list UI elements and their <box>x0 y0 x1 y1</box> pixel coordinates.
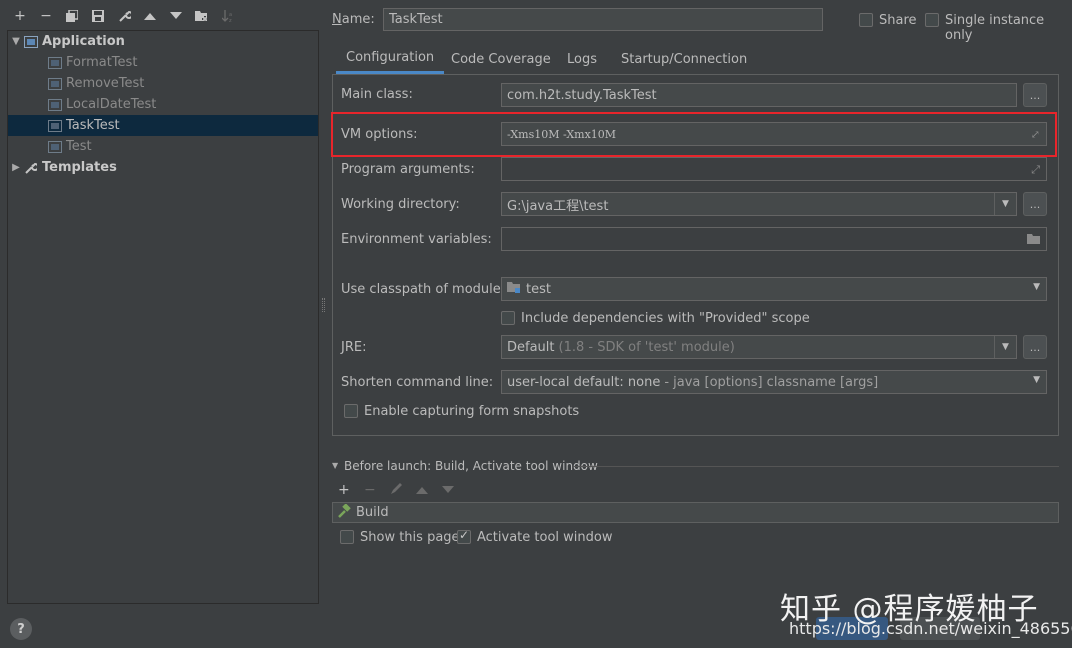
tree-node-config[interactable]: FormatTest <box>8 52 318 73</box>
jre-label: JRE: <box>341 340 367 355</box>
folder-icon[interactable] <box>1027 233 1041 248</box>
main-class-input[interactable]: com.h2t.study.TaskTest <box>501 83 1017 107</box>
main-class-label: Main class: <box>341 87 413 102</box>
tree-node-config[interactable]: LocalDateTest <box>8 94 318 115</box>
run-config-icon <box>48 119 62 132</box>
wrench-icon[interactable] <box>115 7 133 25</box>
remove-icon[interactable]: − <box>37 7 55 25</box>
tree-node-config-selected[interactable]: TaskTest <box>8 115 318 136</box>
shorten-command-line-value: user-local default: none <box>507 374 661 390</box>
program-arguments-input[interactable]: ⤢ <box>501 157 1047 181</box>
environment-variables-label: Environment variables: <box>341 232 492 247</box>
name-field[interactable]: TaskTest <box>383 8 823 31</box>
before-launch-task-label: Build <box>356 505 389 520</box>
share-label: Share <box>879 13 917 28</box>
hammer-icon <box>337 502 351 522</box>
add-icon[interactable]: + <box>338 482 350 498</box>
working-directory-combo[interactable]: G:\java工程\test ▼ <box>501 192 1017 216</box>
tab-configuration[interactable]: Configuration <box>336 44 445 74</box>
chevron-down-icon[interactable]: ▼ <box>1033 375 1040 385</box>
share-checkbox[interactable] <box>859 13 873 27</box>
move-up-icon[interactable] <box>416 482 428 498</box>
tree-node-application-label: Application <box>42 34 125 49</box>
single-instance-checkbox[interactable] <box>925 13 939 27</box>
tab-logs[interactable]: Logs <box>557 44 607 74</box>
single-instance-label: Single instance only <box>945 13 1045 43</box>
sort-icon[interactable]: az <box>219 7 237 25</box>
chevron-down-icon[interactable]: ▼ <box>1033 282 1040 292</box>
divider <box>573 466 1059 467</box>
help-button[interactable]: ? <box>10 618 32 640</box>
tree-node-templates-label: Templates <box>42 160 117 175</box>
jre-combo[interactable]: Default (1.8 - SDK of 'test' module) ▼ <box>501 335 1017 359</box>
working-directory-value: G:\java工程\test <box>507 198 609 214</box>
include-dependencies-checkbox[interactable] <box>501 311 515 325</box>
include-dependencies-label: Include dependencies with "Provided" sco… <box>521 311 810 326</box>
name-label: Name: <box>332 12 375 27</box>
svg-text:z: z <box>229 18 232 22</box>
shorten-command-line-combo[interactable]: user-local default: none - java [options… <box>501 370 1047 394</box>
collapse-arrow-icon[interactable]: ▼ <box>332 461 338 470</box>
classpath-module-combo[interactable]: test ▼ <box>501 277 1047 301</box>
tree-node-templates[interactable]: ▶ Templates <box>8 157 318 178</box>
application-icon <box>24 35 38 48</box>
collapse-arrow-icon[interactable]: ▶ <box>8 162 24 173</box>
shorten-command-line-hint: - java [options] classname [args] <box>664 374 879 390</box>
copy-icon[interactable] <box>63 7 81 25</box>
expand-arrow-icon[interactable]: ▼ <box>8 36 24 47</box>
remove-icon[interactable]: − <box>364 482 376 498</box>
jre-hint: (1.8 - SDK of 'test' module) <box>558 339 735 355</box>
edit-icon[interactable] <box>390 482 403 499</box>
tree-node-config[interactable]: Test <box>8 136 318 157</box>
tree-node-application[interactable]: ▼ Application <box>8 31 318 52</box>
program-arguments-label: Program arguments: <box>341 162 475 177</box>
before-launch-task-row[interactable]: Build <box>332 502 1059 523</box>
expand-icon[interactable]: ⤢ <box>1031 163 1040 177</box>
working-directory-browse-button[interactable]: ... <box>1023 192 1047 216</box>
tree-node-label: TaskTest <box>66 118 120 133</box>
jre-browse-button[interactable]: ... <box>1023 335 1047 359</box>
configurations-tree: ▼ Application FormatTest RemoveTest Loca… <box>7 30 319 604</box>
move-down-icon[interactable] <box>442 482 454 498</box>
wrench-icon <box>24 162 39 174</box>
move-up-icon[interactable] <box>141 7 159 25</box>
tree-node-label: LocalDateTest <box>66 97 157 112</box>
main-class-browse-button[interactable]: ... <box>1023 83 1047 107</box>
run-config-icon <box>48 140 62 153</box>
snapshots-checkbox[interactable] <box>344 404 358 418</box>
working-directory-label: Working directory: <box>341 197 460 212</box>
tree-node-label: RemoveTest <box>66 76 145 91</box>
chevron-down-icon[interactable]: ▼ <box>994 193 1016 215</box>
splitter-handle[interactable] <box>322 298 325 312</box>
folder-add-icon[interactable] <box>193 7 211 25</box>
add-icon[interactable]: + <box>11 7 29 25</box>
tree-node-label: FormatTest <box>66 55 138 70</box>
module-folder-icon <box>507 281 521 297</box>
watermark-url: https://blog.csdn.net/weixin_48655626 <box>789 619 1072 638</box>
vm-options-highlight <box>331 112 1057 157</box>
move-down-icon[interactable] <box>167 7 185 25</box>
tab-code-coverage[interactable]: Code Coverage <box>441 44 561 74</box>
jre-value: Default <box>507 339 555 355</box>
environment-variables-input[interactable] <box>501 227 1047 251</box>
classpath-module-label: Use classpath of module: <box>341 282 506 297</box>
snapshots-label: Enable capturing form snapshots <box>364 404 580 419</box>
tab-startup-connection[interactable]: Startup/Connection <box>611 44 757 74</box>
run-config-icon <box>48 56 62 69</box>
before-launch-title: Before launch: Build, Activate tool wind… <box>344 459 598 473</box>
tree-node-label: Test <box>66 139 92 154</box>
tree-node-config[interactable]: RemoveTest <box>8 73 318 94</box>
activate-tool-window-label: Activate tool window <box>477 530 613 545</box>
run-config-icon <box>48 77 62 90</box>
show-page-checkbox[interactable] <box>340 530 354 544</box>
save-icon[interactable] <box>89 7 107 25</box>
chevron-down-icon[interactable]: ▼ <box>994 336 1016 358</box>
shorten-command-line-label: Shorten command line: <box>341 375 494 390</box>
classpath-module-value: test <box>526 281 551 297</box>
activate-tool-window-checkbox[interactable] <box>457 528 471 544</box>
run-config-icon <box>48 98 62 111</box>
show-page-label: Show this page <box>360 530 460 545</box>
